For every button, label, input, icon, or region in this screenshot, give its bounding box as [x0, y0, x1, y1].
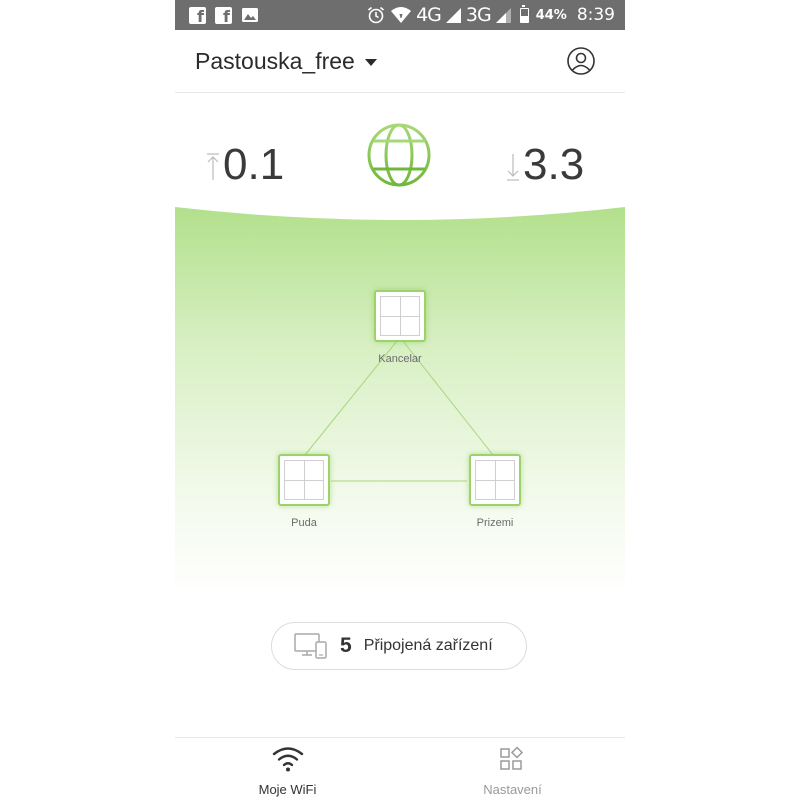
- network-name: Pastouska_free: [195, 48, 355, 74]
- download-speed: 3.3: [505, 120, 584, 190]
- download-speed-value: 3.3: [523, 140, 585, 189]
- upload-speed: 0.1: [205, 120, 284, 190]
- mesh-node-puda[interactable]: [278, 454, 330, 506]
- mesh-node-label: Prizemi: [476, 517, 514, 529]
- settings-grid-icon: [500, 746, 524, 770]
- account-icon[interactable]: [567, 47, 595, 75]
- signal-icon: [495, 7, 511, 23]
- devices-icon: [294, 633, 327, 659]
- mesh-node-label: Kancelar: [378, 353, 422, 365]
- top-header: Pastouska_free: [175, 30, 625, 93]
- devices-count: 5: [340, 634, 352, 657]
- signal-icon: [445, 7, 461, 23]
- network-type-3g: 3G: [465, 4, 492, 26]
- wifi-icon: [391, 7, 412, 23]
- mesh-node-prizemi[interactable]: [469, 454, 521, 506]
- clock: 8:39: [576, 5, 615, 25]
- battery-percent: 44%: [535, 7, 567, 23]
- app-screen: f f 4G 3G 44% 8:39 Pastouska_free 0.1 3.…: [175, 0, 625, 800]
- battery-icon: [519, 4, 529, 23]
- network-type-4g: 4G: [416, 4, 442, 26]
- gallery-icon: [242, 8, 258, 22]
- tab-nastaveni[interactable]: Nastavení: [400, 738, 625, 800]
- status-bar: f f 4G 3G 44% 8:39: [175, 0, 625, 30]
- upload-arrow-icon: [207, 153, 219, 180]
- alarm-icon: [368, 6, 385, 24]
- facebook-icon: f: [215, 6, 232, 26]
- facebook-icon: f: [189, 6, 206, 26]
- wifi-icon: [272, 747, 304, 772]
- download-arrow-icon: [507, 154, 519, 181]
- mesh-background: [175, 207, 625, 595]
- mesh-topology: Kancelar Puda Prizemi: [175, 205, 625, 595]
- devices-label: Připojená zařízení: [363, 637, 493, 654]
- chevron-down-icon: [364, 59, 377, 66]
- tab-label: Moje WiFi: [258, 782, 317, 797]
- mesh-node-kancelar[interactable]: [374, 290, 426, 342]
- bottom-navigation: Moje WiFi Nastavení: [175, 737, 625, 800]
- network-selector[interactable]: Pastouska_free: [195, 48, 377, 75]
- upload-speed-value: 0.1: [223, 140, 285, 189]
- mesh-node-label: Puda: [291, 517, 317, 529]
- connected-devices-button[interactable]: 5 Připojená zařízení: [271, 622, 527, 670]
- globe-icon: [367, 123, 431, 187]
- tab-moje-wifi[interactable]: Moje WiFi: [175, 738, 400, 800]
- tab-label: Nastavení: [483, 782, 542, 797]
